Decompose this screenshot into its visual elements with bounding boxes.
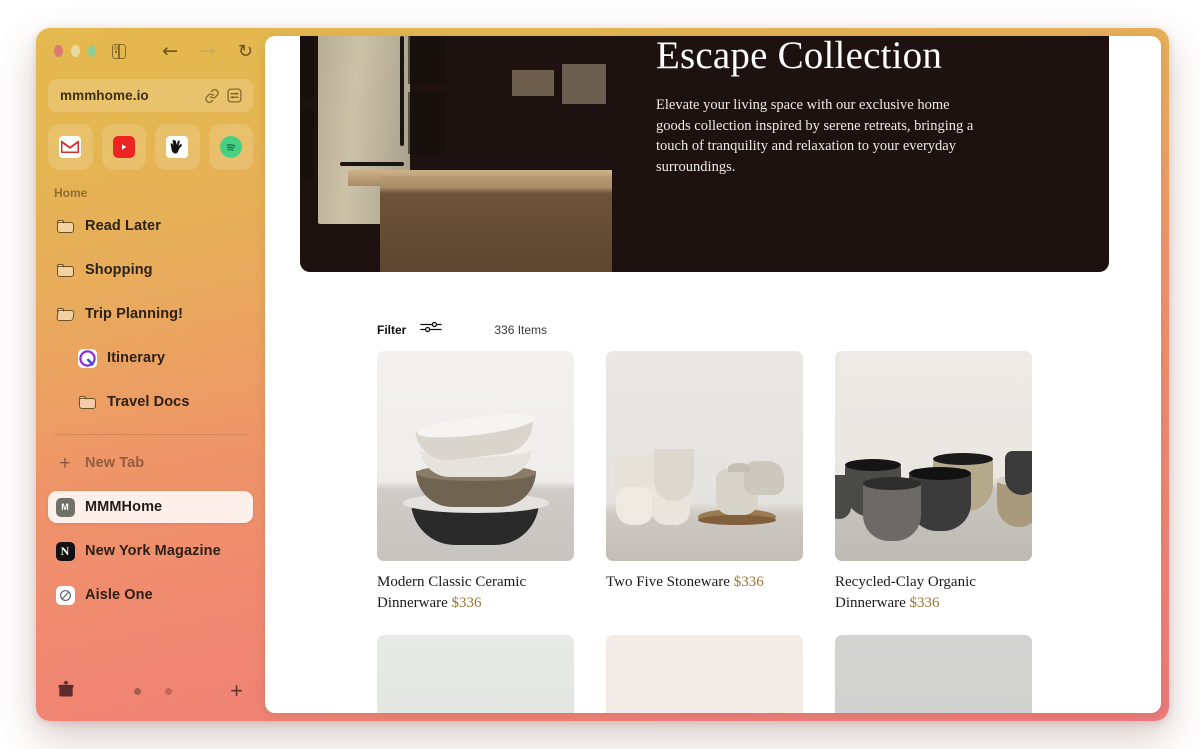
sidebar-footer: +	[48, 667, 253, 721]
nymag-favicon: N	[54, 541, 76, 561]
product-card[interactable]: Recycled-Clay Organic Dinnerware $336	[835, 351, 1032, 613]
spotify-icon	[219, 136, 242, 158]
product-card[interactable]: Two Five Stoneware $336	[606, 351, 803, 613]
url-bar[interactable]: mmmhome.io	[48, 79, 253, 112]
product-image	[835, 635, 1032, 713]
new-space-plus-icon[interactable]: +	[230, 680, 243, 702]
product-card[interactable]: Modern Classic Ceramic Dinnerware $336	[377, 351, 574, 613]
browser-window: ← → ↻ mmmhome.io Home Read Later Shoppin…	[36, 28, 1169, 721]
sidebar-tab-new-york-magazine[interactable]: N New York Magazine	[48, 535, 253, 567]
gmail-icon	[59, 136, 82, 158]
sidebar-item-travel-docs[interactable]: Travel Docs	[48, 386, 253, 418]
product-grid: Modern Classic Ceramic Dinnerware $336 T…	[377, 351, 1121, 713]
arrow-right-icon[interactable]: →	[200, 41, 216, 61]
product-image	[606, 351, 803, 561]
sliders-box-icon[interactable]	[226, 87, 243, 104]
sidebar-tab-label: Aisle One	[85, 587, 153, 603]
section-label-home: Home	[54, 186, 88, 200]
folder-open-icon	[54, 307, 76, 321]
sidebar-tab-aisle-one[interactable]: Aisle One	[48, 579, 253, 611]
qantas-favicon	[76, 348, 98, 368]
product-image	[835, 351, 1032, 561]
url-input[interactable]: mmmhome.io	[60, 88, 198, 103]
new-tab-button[interactable]: + New Tab	[48, 447, 253, 479]
sidebar: ← → ↻ mmmhome.io Home Read Later Shoppin…	[36, 28, 265, 721]
sidebar-item-trip-planning[interactable]: Trip Planning!	[48, 298, 253, 330]
product-meta: Recycled-Clay Organic Dinnerware $336	[835, 572, 1032, 613]
close-button[interactable]	[54, 45, 63, 57]
sidebar-item-label: Travel Docs	[107, 394, 190, 410]
aisleone-favicon	[54, 585, 76, 605]
filter-label[interactable]: Filter	[377, 323, 406, 337]
folder-icon	[76, 395, 98, 409]
sidebar-item-label: Shopping	[85, 262, 153, 278]
sidebar-item-itinerary[interactable]: Itinerary	[48, 342, 253, 374]
mmmhome-favicon: M	[54, 497, 76, 517]
arrow-left-icon[interactable]: ←	[162, 41, 178, 61]
web-content: Escape Collection Elevate your living sp…	[265, 36, 1161, 713]
product-meta: Two Five Stoneware $336	[606, 572, 803, 593]
product-price: $336	[733, 574, 764, 590]
folder-icon	[54, 219, 76, 233]
item-count: 336 Items	[494, 322, 548, 337]
reload-icon[interactable]: ↻	[238, 41, 253, 62]
sidebar-item-label: Itinerary	[107, 350, 166, 366]
sidebar-tab-label: New York Magazine	[85, 543, 221, 559]
shortcut-row	[48, 124, 253, 170]
sidebar-item-label: Read Later	[85, 218, 161, 234]
page-dot-active[interactable]	[134, 687, 142, 695]
shortcut-youtube[interactable]	[101, 124, 146, 170]
product-price: $336	[909, 594, 940, 611]
peace-hand-icon	[166, 136, 189, 158]
sidebar-item-shopping[interactable]: Shopping	[48, 254, 253, 286]
window-controls-row: ← → ↻	[48, 28, 253, 74]
sidebar-tab-mmmhome[interactable]: M MMMHome	[48, 491, 253, 523]
shortcut-spotify[interactable]	[208, 124, 253, 170]
hero-body: Elevate your living space with our exclu…	[656, 96, 974, 175]
product-title: Two Five Stoneware	[606, 574, 730, 590]
shortcut-gmail[interactable]	[48, 124, 93, 170]
minimize-button[interactable]	[70, 45, 80, 57]
nav-arrows: ← → ↻	[162, 41, 253, 62]
sidebar-panel-icon[interactable]	[112, 43, 127, 59]
product-image	[377, 351, 574, 561]
new-tab-label: New Tab	[85, 455, 145, 471]
shortcut-angellist[interactable]	[155, 124, 200, 170]
sidebar-item-read-later[interactable]: Read Later	[48, 210, 253, 242]
zoom-button[interactable]	[87, 45, 97, 57]
sliders-icon[interactable]	[420, 320, 443, 339]
youtube-icon	[112, 136, 135, 158]
space-page-dots[interactable]	[134, 687, 173, 695]
hero-image	[300, 36, 612, 272]
hero-text-block: Escape Collection Elevate your living sp…	[612, 36, 1109, 272]
sidebar-item-label: Trip Planning!	[85, 306, 184, 322]
plus-icon: +	[59, 452, 71, 474]
product-image	[606, 635, 803, 713]
sidebar-tab-label: MMMHome	[85, 499, 163, 515]
product-image	[377, 635, 574, 713]
product-card[interactable]	[606, 635, 803, 713]
product-card[interactable]	[835, 635, 1032, 713]
product-title: Recycled-Clay Organic Dinnerware	[835, 574, 976, 611]
hero-title: Escape Collection	[656, 36, 943, 77]
sidebar-divider	[54, 434, 247, 435]
product-meta: Modern Classic Ceramic Dinnerware $336	[377, 572, 574, 613]
product-card[interactable]	[377, 635, 574, 713]
folder-icon	[54, 263, 76, 277]
page-dot[interactable]	[165, 687, 173, 695]
archive-box-icon[interactable]	[56, 679, 76, 704]
product-price: $336	[451, 594, 482, 611]
link-icon[interactable]	[204, 88, 220, 104]
hero-banner: Escape Collection Elevate your living sp…	[300, 36, 1109, 272]
filter-bar: Filter 336 Items	[377, 320, 547, 339]
